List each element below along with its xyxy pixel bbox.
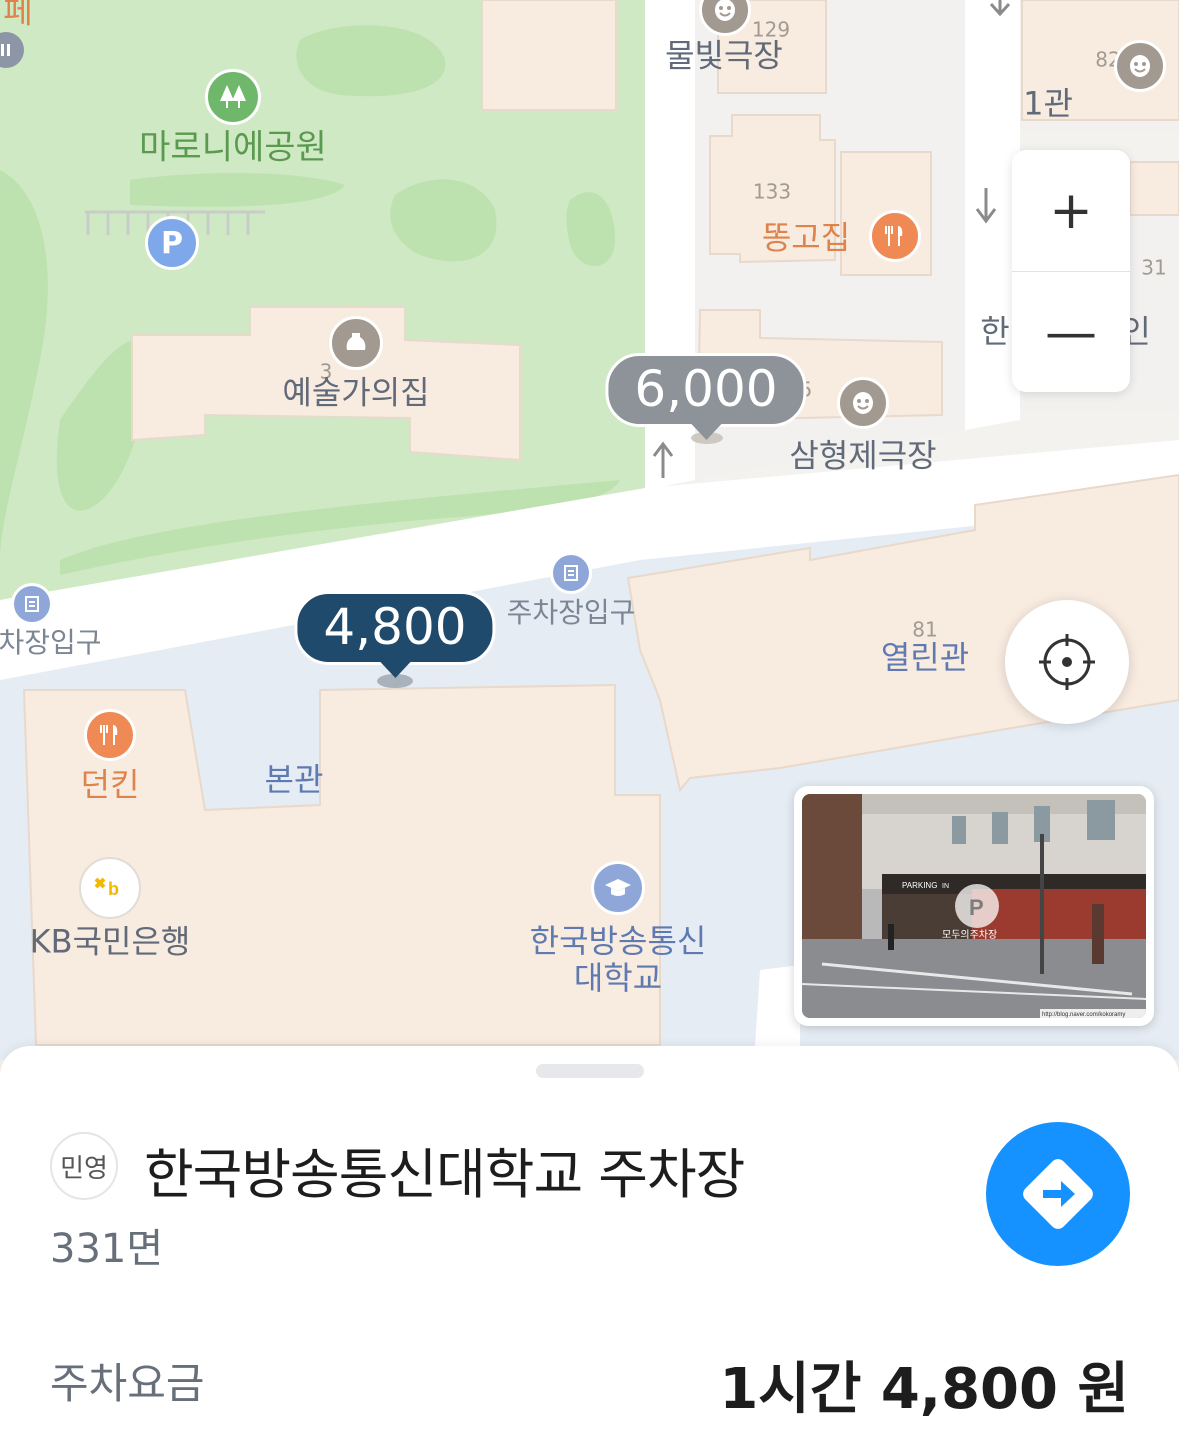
- price-label: 4,800: [294, 591, 496, 665]
- price-label: 6,000: [605, 353, 807, 427]
- park-tree-icon[interactable]: [205, 69, 261, 125]
- photo-watermark: 모두의주차장: [942, 929, 997, 941]
- label-yeollin[interactable]: 열린관: [881, 639, 969, 677]
- photo-sign-parking: PARKING: [902, 881, 937, 890]
- parking-detail-sheet[interactable]: 민영 한국방송통신대학교 주차장 331면 주차요금 1시간 4,800 원: [0, 1046, 1179, 1449]
- label-main-hall[interactable]: 본관: [265, 761, 324, 799]
- svg-text:b: b: [108, 879, 119, 899]
- label-parking-entry-right[interactable]: 주차장입구: [507, 596, 636, 629]
- restaurant-icon[interactable]: [869, 210, 921, 262]
- label-cafe-partial: 페: [3, 0, 33, 31]
- zoom-out-button[interactable]: —: [1012, 272, 1130, 393]
- photo-sign-in: IN: [942, 883, 949, 890]
- private-badge: 민영: [50, 1132, 118, 1200]
- parking-photo-card[interactable]: PARKING IN P 모두의주차장 http://blog.naver.co…: [794, 786, 1154, 1026]
- zoom-in-button[interactable]: +: [1012, 150, 1130, 271]
- label-park[interactable]: 마로니에공원: [139, 128, 327, 167]
- label-university[interactable]: 한국방송통신 대학교: [530, 923, 707, 997]
- label-art-house[interactable]: 예술가의집: [282, 374, 429, 412]
- graduation-cap-icon[interactable]: [591, 861, 645, 915]
- entrance-icon[interactable]: [11, 583, 53, 625]
- my-location-button[interactable]: [1005, 600, 1129, 724]
- parking-lot-title: 한국방송통신대학교 주차장: [144, 1143, 745, 1206]
- theater-mask-icon[interactable]: [837, 377, 889, 429]
- parking-spaces: 331면: [50, 1226, 164, 1272]
- label-hall1[interactable]: 1관: [1023, 85, 1073, 123]
- zoom-control: + —: [1012, 150, 1130, 392]
- kb-bank-logo-icon[interactable]: b: [79, 857, 141, 919]
- fee-value: 1시간 4,800 원: [719, 1357, 1129, 1422]
- art-vase-icon[interactable]: [329, 316, 383, 370]
- label-han-partial: 한: [980, 312, 1010, 351]
- label-samhyeong-theater[interactable]: 삼형제극장: [789, 437, 936, 475]
- label-dunkin[interactable]: 던킨: [81, 766, 140, 804]
- price-marker-6000[interactable]: 6,000: [605, 353, 807, 440]
- entrance-icon[interactable]: [550, 552, 592, 594]
- parking-p-icon[interactable]: P: [145, 216, 199, 270]
- theater-mask-icon[interactable]: [1114, 40, 1166, 92]
- label-31: 31: [1141, 255, 1167, 280]
- photo-credit: http://blog.naver.com/kokoramy: [1042, 1012, 1125, 1018]
- price-marker-4800-selected[interactable]: 4,800: [294, 591, 496, 678]
- fee-label: 주차요금: [50, 1359, 205, 1408]
- directions-icon: [1023, 1159, 1093, 1229]
- label-parking-entry-left[interactable]: 차장입구: [0, 626, 102, 659]
- label-ttonggo[interactable]: 똥고집: [762, 219, 850, 257]
- sheet-drag-handle[interactable]: [536, 1064, 644, 1078]
- label-kb-bank[interactable]: KB국민은행: [30, 923, 191, 961]
- crosshair-icon: [1039, 634, 1095, 690]
- directions-button[interactable]: [986, 1122, 1130, 1266]
- label-mulbit-theater[interactable]: 물빛극장: [665, 37, 783, 75]
- label-ttonggo-number: 133: [752, 179, 792, 204]
- svg-text:P: P: [969, 895, 984, 920]
- restaurant-icon[interactable]: [84, 709, 136, 761]
- parking-entrance-photo: PARKING IN P 모두의주차장 http://blog.naver.co…: [802, 794, 1146, 1018]
